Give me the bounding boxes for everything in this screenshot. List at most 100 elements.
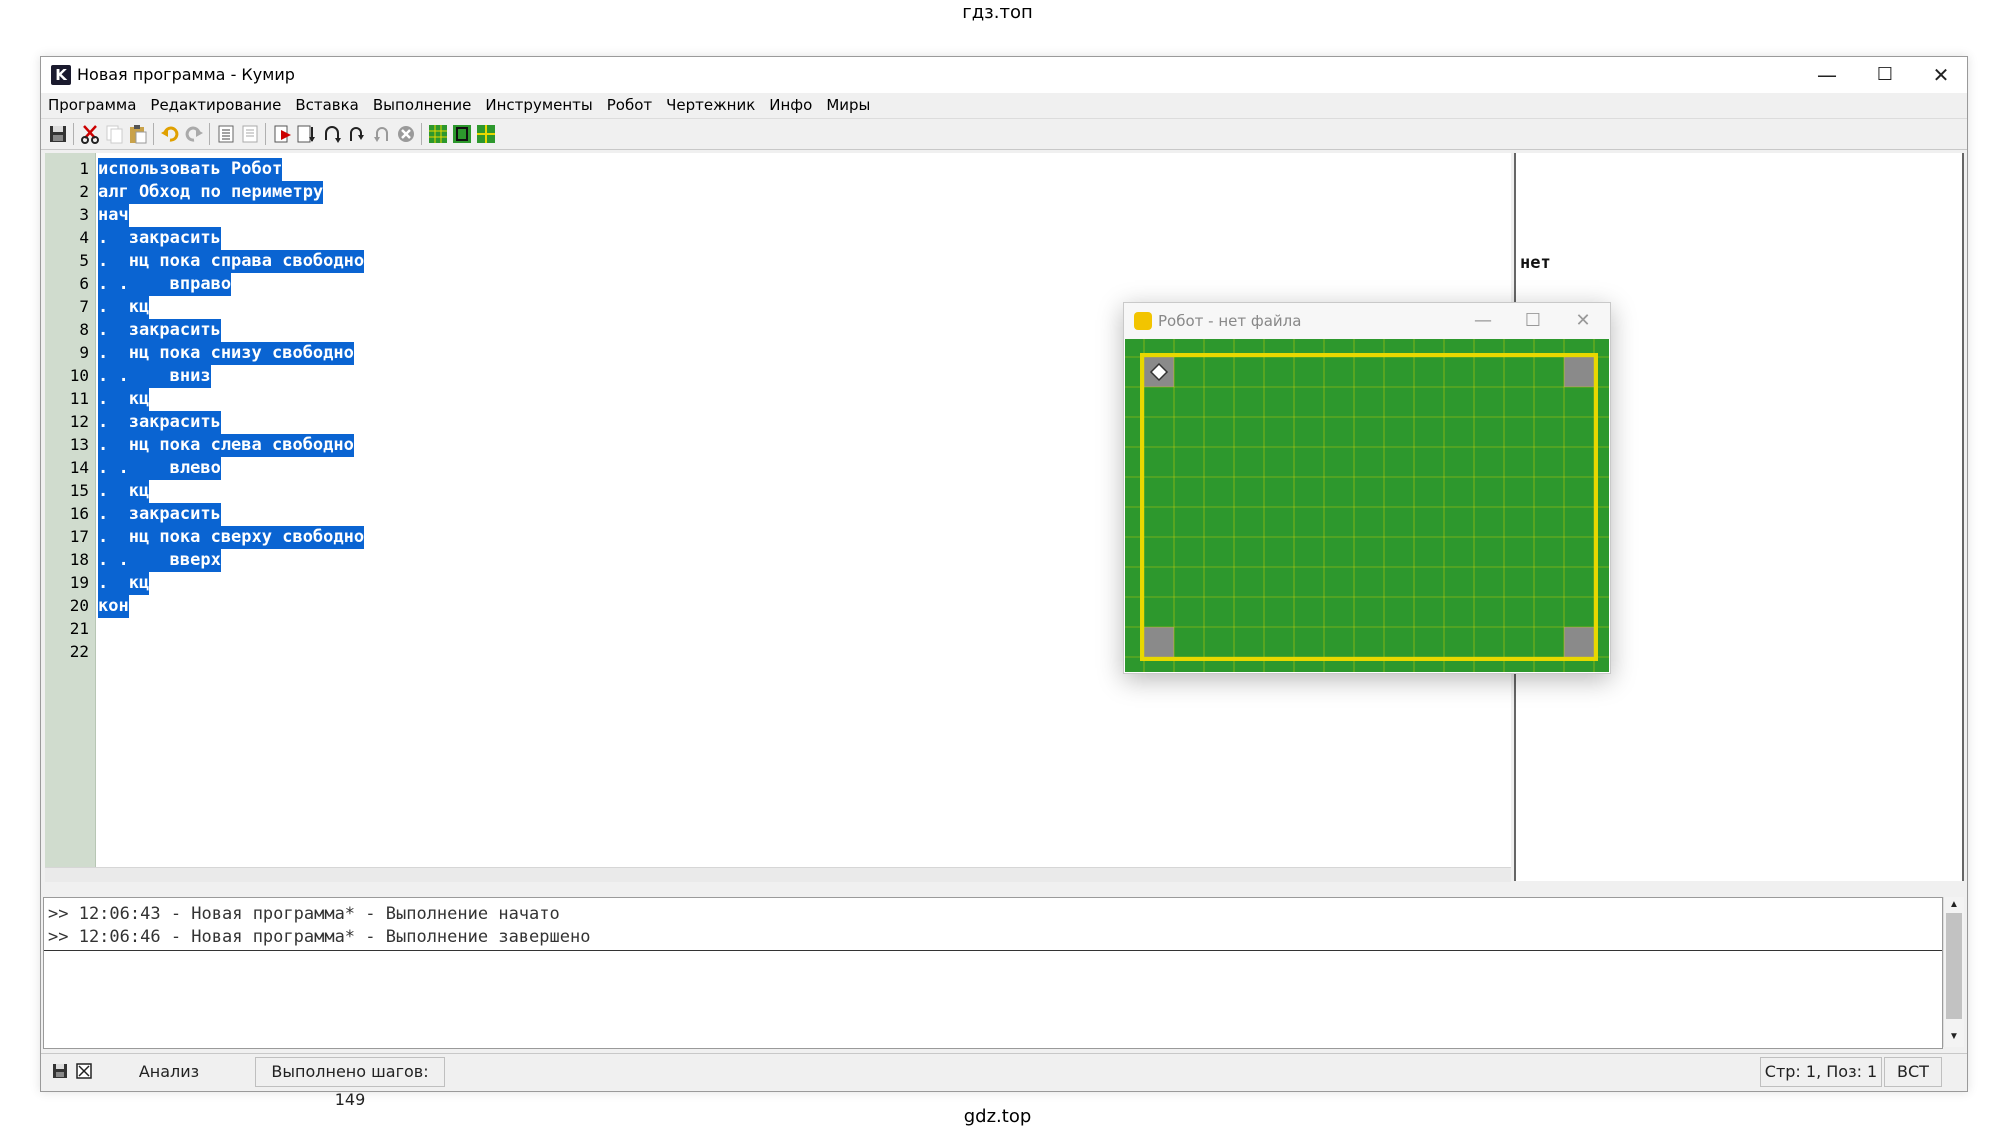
painted-cell xyxy=(1564,357,1594,387)
code-line[interactable]: кон xyxy=(98,595,129,618)
watermark-bottom: gdz.top xyxy=(963,1106,1032,1127)
menu-insert[interactable]: Вставка xyxy=(288,93,366,117)
console-divider xyxy=(44,950,1942,951)
code-line[interactable]: . закрасить xyxy=(98,227,221,250)
status-bar: Анализ Выполнено шагов: 149 Стр: 1, Поз:… xyxy=(41,1053,1967,1109)
line-number: 22 xyxy=(69,642,89,661)
line-number: 18 xyxy=(69,550,89,569)
line-number: 7 xyxy=(79,297,89,316)
toolbar-separator xyxy=(153,123,154,145)
code-line[interactable]: использовать Робот xyxy=(98,158,283,181)
painted-cell xyxy=(1144,627,1174,657)
line-number: 2 xyxy=(79,182,89,201)
field-margin xyxy=(1125,339,1609,347)
console-line: >> 12:06:43 - Новая программа* - Выполне… xyxy=(48,904,560,924)
stop-icon[interactable] xyxy=(395,123,417,145)
code-line[interactable]: . закрасить xyxy=(98,503,221,526)
code-line[interactable]: . закрасить xyxy=(98,319,221,342)
code-line[interactable]: . кц xyxy=(98,388,150,411)
menu-robot[interactable]: Робот xyxy=(600,93,659,117)
line-number: 9 xyxy=(79,343,89,362)
menu-run[interactable]: Выполнение xyxy=(366,93,479,117)
code-line[interactable]: . нц пока справа свободно xyxy=(98,250,365,273)
line-number: 11 xyxy=(69,389,89,408)
drawer-icon[interactable] xyxy=(451,123,473,145)
console-vertical-scrollbar[interactable]: ▲ ▼ xyxy=(1943,897,1964,1047)
menu-drawer[interactable]: Чертежник xyxy=(659,93,762,117)
redo-icon[interactable] xyxy=(183,123,205,145)
menu-worlds[interactable]: Миры xyxy=(819,93,877,117)
grid-icon[interactable] xyxy=(475,123,497,145)
robot-window-title: Робот - нет файла xyxy=(1158,312,1302,330)
line-number: 20 xyxy=(69,596,89,615)
copy-icon[interactable] xyxy=(103,123,125,145)
field-background xyxy=(1125,339,1609,672)
line-number: 17 xyxy=(69,527,89,546)
code-line[interactable]: алг Обход по периметру xyxy=(98,181,324,204)
minimize-button[interactable]: — xyxy=(1799,57,1855,93)
toolbar-separator xyxy=(73,123,74,145)
code-line[interactable]: . нц пока сверху свободно xyxy=(98,526,365,549)
kumir-window: K Новая программа - Кумир — ☐ ✕ Программ… xyxy=(40,56,1969,1109)
robot-minimize-button[interactable]: — xyxy=(1458,303,1508,339)
code-line[interactable]: . нц пока снизу свободно xyxy=(98,342,354,365)
unindent-icon[interactable] xyxy=(239,123,261,145)
menu-edit[interactable]: Редактирование xyxy=(143,93,288,117)
menu-program[interactable]: Программа xyxy=(41,93,143,117)
step-out-icon[interactable] xyxy=(345,123,367,145)
window-title: Новая программа - Кумир xyxy=(77,65,295,84)
code-line[interactable]: . . вправо xyxy=(98,273,232,296)
code-line[interactable]: . . вниз xyxy=(98,365,211,388)
robot-field-icon[interactable] xyxy=(427,123,449,145)
painted-cell xyxy=(1564,627,1594,657)
save-log-icon[interactable] xyxy=(51,1062,69,1080)
code-line[interactable]: . закрасить xyxy=(98,411,221,434)
step-back-icon[interactable] xyxy=(371,123,393,145)
paste-icon[interactable] xyxy=(127,123,149,145)
indent-icon[interactable] xyxy=(215,123,237,145)
code-line[interactable]: . кц xyxy=(98,572,150,595)
console-output[interactable]: >> 12:06:43 - Новая программа* - Выполне… xyxy=(43,897,1943,1049)
robot-title-bar: Робот - нет файла — ☐ ✕ xyxy=(1124,303,1610,339)
close-button[interactable]: ✕ xyxy=(1913,57,1969,93)
analysis-status: Анализ xyxy=(138,1062,200,1081)
step-icon[interactable] xyxy=(295,123,317,145)
line-number: 4 xyxy=(79,228,89,247)
line-number: 15 xyxy=(69,481,89,500)
code-line[interactable]: . кц xyxy=(98,480,150,503)
maximize-button[interactable]: ☐ xyxy=(1857,57,1913,93)
line-number: 16 xyxy=(69,504,89,523)
save-icon[interactable] xyxy=(47,123,69,145)
scrollbar-thumb[interactable] xyxy=(1946,913,1962,1019)
code-line[interactable]: нач xyxy=(98,204,129,227)
step-into-icon[interactable] xyxy=(321,123,343,145)
editor-horizontal-scrollbar[interactable] xyxy=(45,867,1511,882)
insert-mode: ВСТ xyxy=(1884,1057,1942,1087)
scroll-down-arrow-icon[interactable]: ▼ xyxy=(1947,1031,1961,1043)
console-line: >> 12:06:46 - Новая программа* - Выполне… xyxy=(48,927,591,947)
robot-close-button[interactable]: ✕ xyxy=(1558,303,1608,339)
line-number: 10 xyxy=(69,366,89,385)
line-number: 3 xyxy=(79,205,89,224)
cut-icon[interactable] xyxy=(79,123,101,145)
code-line[interactable]: . . вверх xyxy=(98,549,221,572)
undo-icon[interactable] xyxy=(159,123,181,145)
line-number: 14 xyxy=(69,458,89,477)
line-number: 1 xyxy=(79,159,89,178)
run-icon[interactable] xyxy=(271,123,293,145)
code-line[interactable]: . кц xyxy=(98,296,150,319)
line-number-gutter: 1 2 3 4 5 6 7 8 9 10 11 12 13 14 15 16 1… xyxy=(45,153,96,867)
menu-info[interactable]: Инфо xyxy=(762,93,819,117)
code-line[interactable]: . нц пока слева свободно xyxy=(98,434,354,457)
menu-tools[interactable]: Инструменты xyxy=(478,93,599,117)
toolbar-separator xyxy=(209,123,210,145)
line-number: 19 xyxy=(69,573,89,592)
clear-log-icon[interactable] xyxy=(75,1062,93,1080)
code-line[interactable]: . . влево xyxy=(98,457,221,480)
cursor-position: Стр: 1, Поз: 1 xyxy=(1760,1057,1882,1087)
line-number: 13 xyxy=(69,435,89,454)
scroll-up-arrow-icon[interactable]: ▲ xyxy=(1947,899,1961,911)
kumir-app-icon: K xyxy=(51,65,71,85)
robot-field[interactable] xyxy=(1125,339,1609,672)
robot-maximize-button[interactable]: ☐ xyxy=(1508,303,1558,339)
